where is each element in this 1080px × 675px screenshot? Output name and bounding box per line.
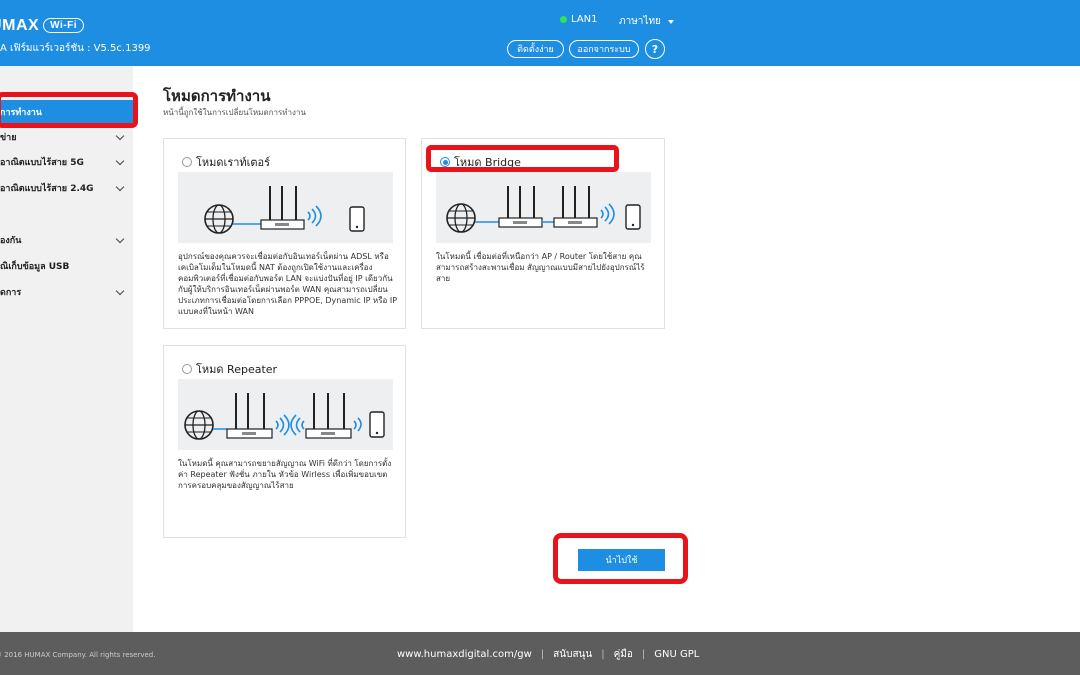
router-icon	[553, 186, 598, 228]
globe-icon	[446, 203, 476, 233]
chevron-down-icon	[115, 286, 125, 296]
logout-label: ออกจากระบบ	[577, 45, 631, 55]
easy-setup-label: ติดตั้งง่าย	[517, 45, 554, 55]
repeater-mode-illustration	[178, 379, 393, 450]
sidebar-item-network[interactable]: ข่าย	[0, 125, 133, 149]
wifi-badge: Wi-Fi	[43, 18, 85, 33]
router-icon	[305, 393, 352, 439]
footer-link-manual[interactable]: คู่มือ	[614, 647, 633, 662]
repeater-mode-card[interactable]: โหมด Repeater ในโหมดนี้ คุณสามารถขยายสัญ…	[163, 345, 406, 538]
globe-icon	[204, 204, 234, 234]
chevron-down-icon	[115, 156, 125, 166]
sidebar-item-label: อาณิตแบบไร้สาย 5G	[0, 158, 84, 168]
firmware-version: A เฟิร์มแวร์เวอร์ชัน : V5.5c.1399	[0, 43, 151, 54]
sidebar-item-label: องกัน	[0, 236, 22, 246]
sidebar: การทำงาน ข่าย อาณิตแบบไร้สาย 5G อาณิตแบบ…	[0, 66, 133, 632]
sidebar-item-wireless-24g[interactable]: อาณิตแบบไร้สาย 2.4G	[0, 176, 133, 200]
top-header: HUMAXWi-Fi A เฟิร์มแวร์เวอร์ชัน : V5.5c.…	[0, 0, 1080, 66]
humax-logo: HUMAXWi-Fi	[0, 17, 85, 35]
phone-icon	[349, 206, 365, 232]
footer-separator: |	[540, 649, 545, 660]
chevron-down-icon	[667, 19, 674, 24]
bridge-mode-illustration	[436, 172, 651, 243]
highlight-box-apply	[553, 533, 688, 584]
help-label: ?	[651, 42, 659, 56]
page-subtitle: หน้านี้ถูกใช้ในการเปลี่ยนโหมดการทำงาน	[163, 108, 306, 117]
router-icon	[260, 186, 305, 230]
router-icon	[498, 186, 543, 228]
language-label: ภาษาไทย	[619, 16, 661, 27]
status-dot-icon	[560, 16, 567, 23]
footer-links: www.humaxdigital.com/gw | สนับสนุน | คู่…	[397, 647, 699, 662]
router-icon	[226, 393, 273, 439]
router-mode-label: โหมดเราท์เตอร์	[196, 156, 271, 169]
phone-icon	[625, 204, 641, 230]
wifi-signal-icon	[290, 414, 305, 436]
footer: © 2016 HUMAX Company. All rights reserve…	[0, 632, 1080, 675]
repeater-mode-radio[interactable]	[182, 364, 192, 374]
router-mode-card[interactable]: โหมดเราท์เตอร์ อุปกรณ์ของคุณควรจะเชื่อมต…	[163, 138, 406, 329]
repeater-mode-description: ในโหมดนี้ คุณสามารถขยายสัญญาณ WiFi ที่ดี…	[178, 459, 392, 490]
highlight-box-sidebar	[0, 92, 138, 128]
logo-text: HUMAX	[0, 17, 40, 34]
sidebar-item-label: ดการ	[0, 288, 22, 298]
wifi-signal-icon	[275, 414, 290, 436]
help-icon[interactable]: ?	[645, 39, 665, 59]
sidebar-item-label: ณิเก็บข้อมูล USB	[0, 262, 70, 272]
footer-link-website[interactable]: www.humaxdigital.com/gw	[397, 649, 532, 660]
wifi-signal-icon	[307, 205, 322, 227]
bridge-mode-description: ในโหมดนี้ เชื่อมต่อที่เหนือกว่า AP / Rou…	[436, 252, 645, 283]
page-title: โหมดการทำงาน	[163, 87, 271, 105]
router-mode-radio[interactable]	[182, 157, 192, 167]
copyright-text: © 2016 HUMAX Company. All rights reserve…	[0, 651, 156, 659]
wifi-signal-icon	[353, 417, 362, 432]
chevron-down-icon	[115, 182, 125, 192]
footer-separator: |	[641, 649, 646, 660]
language-selector[interactable]: ภาษาไทย	[619, 14, 674, 29]
sidebar-item-management[interactable]: ดการ	[0, 280, 133, 304]
lan-status: LAN1	[560, 14, 597, 25]
chevron-down-icon	[115, 131, 125, 141]
repeater-mode-option[interactable]: โหมด Repeater	[182, 360, 277, 378]
router-mode-option[interactable]: โหมดเราท์เตอร์	[182, 153, 270, 171]
sidebar-item-label: อาณิตแบบไร้สาย 2.4G	[0, 184, 94, 194]
footer-separator: |	[601, 649, 605, 660]
easy-setup-button[interactable]: ติดตั้งง่าย	[507, 40, 564, 58]
chevron-down-icon	[115, 234, 125, 244]
router-mode-description: อุปกรณ์ของคุณควรจะเชื่อมต่อกับอินเทอร์เน…	[178, 252, 398, 316]
repeater-mode-label: โหมด Repeater	[196, 363, 278, 376]
wifi-signal-icon	[600, 203, 615, 225]
highlight-box-bridge	[426, 145, 619, 172]
lan-status-label: LAN1	[571, 14, 598, 25]
footer-link-gpl[interactable]: GNU GPL	[654, 649, 699, 660]
sidebar-item-label: ข่าย	[0, 133, 17, 143]
router-mode-illustration	[178, 172, 393, 243]
sidebar-item-security[interactable]: องกัน	[0, 228, 133, 252]
phone-icon	[369, 411, 385, 438]
sidebar-item-wireless-5g[interactable]: อาณิตแบบไร้สาย 5G	[0, 150, 133, 174]
footer-link-support[interactable]: สนับสนุน	[553, 647, 592, 662]
globe-icon	[184, 410, 214, 440]
logout-button[interactable]: ออกจากระบบ	[569, 40, 639, 58]
sidebar-item-usb-storage[interactable]: ณิเก็บข้อมูล USB	[0, 254, 133, 278]
